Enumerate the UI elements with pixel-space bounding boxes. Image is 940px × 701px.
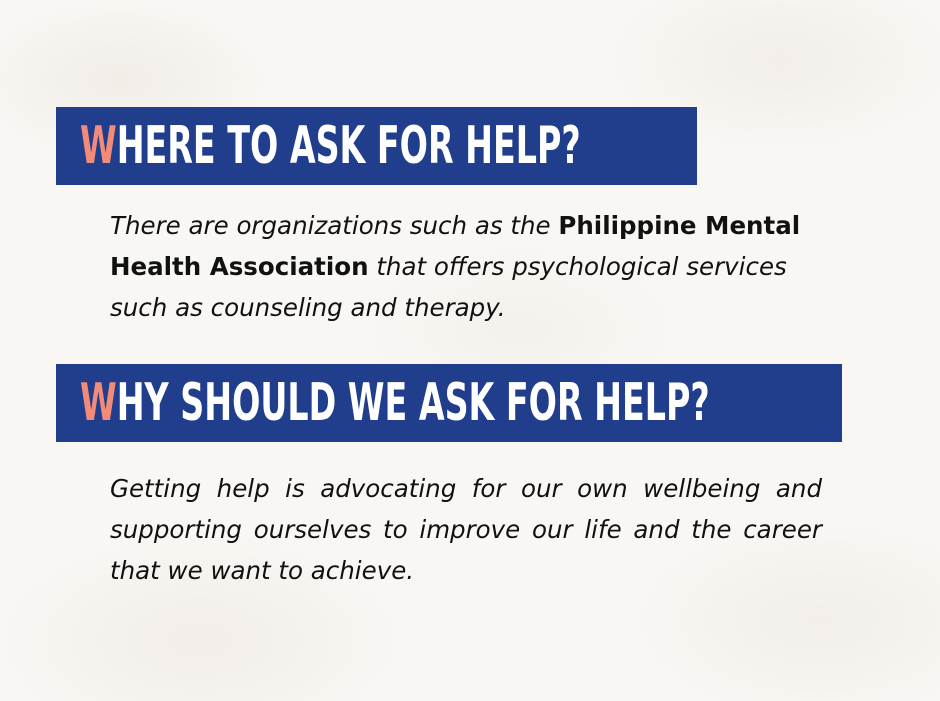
where-paragraph-intro: There are organizations such as the (110, 211, 559, 240)
where-heading-initial: W (80, 116, 117, 176)
where-heading-text: HERE TO ASK FOR HELP? (116, 116, 581, 176)
where-heading: WHERE TO ASK FOR HELP? (80, 120, 581, 172)
why-heading-banner: WHY SHOULD WE ASK FOR HELP? (56, 364, 842, 442)
where-paragraph: There are organizations such as the Phil… (110, 205, 840, 328)
why-heading: WHY SHOULD WE ASK FOR HELP? (80, 377, 710, 429)
why-heading-initial: W (80, 373, 117, 433)
where-heading-banner: WHERE TO ASK FOR HELP? (56, 107, 697, 185)
why-heading-text: HY SHOULD WE ASK FOR HELP? (116, 373, 710, 433)
why-paragraph: Getting help is advocating for our own w… (110, 474, 822, 585)
paper-background (0, 0, 940, 701)
